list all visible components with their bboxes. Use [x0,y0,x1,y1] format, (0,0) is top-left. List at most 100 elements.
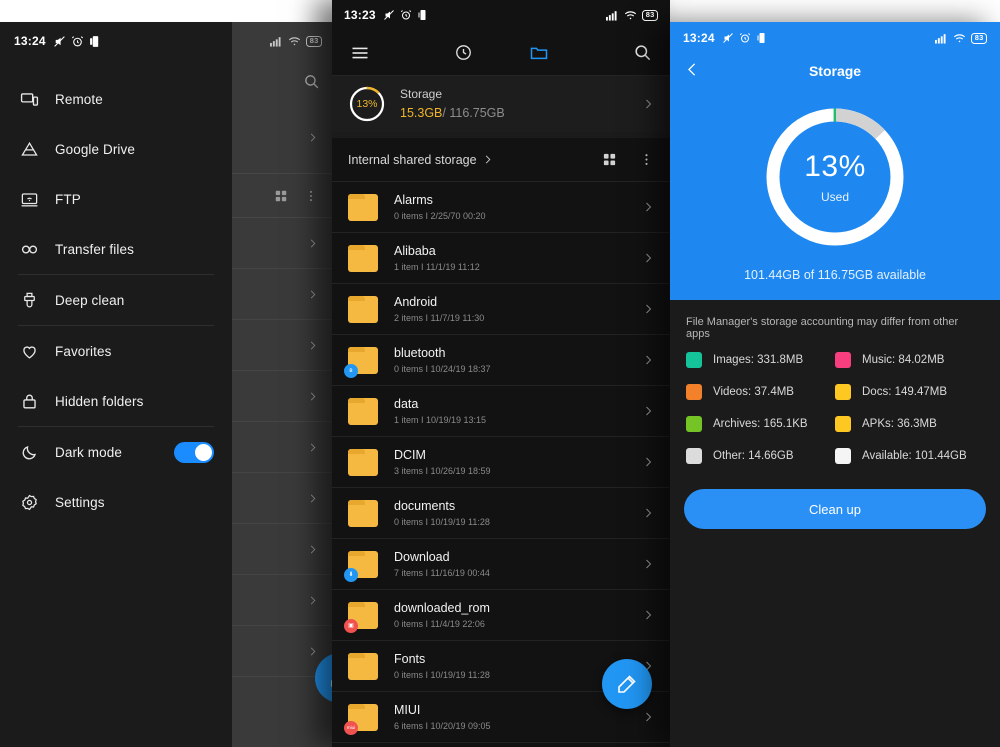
mute-icon [53,35,65,47]
legend-item: Videos: 37.4MB [686,384,835,400]
table-row[interactable]: DCIM 3 items I 10/26/19 18:59 [332,437,670,488]
transfer-link-icon [18,238,40,260]
sidebar-item-remote[interactable]: Remote [0,74,232,124]
more-vertical-icon[interactable] [639,152,654,167]
legend-swatch [835,416,851,432]
storage-summary-card[interactable]: 13% Storage 15.3GB/ 116.75GB [332,76,670,138]
vibrate-icon [89,35,98,47]
table-row[interactable]: Alarms 0 items I 2/25/70 00:20 [332,182,670,233]
dim-search-row[interactable] [232,60,332,102]
clean-up-button[interactable]: Clean up [684,489,986,529]
sidebar-item-label: Dark mode [55,444,122,460]
sidebar-item-hidden-folders[interactable]: Hidden folders [0,376,232,426]
table-row[interactable]: ▣ downloaded_rom 0 items I 11/4/19 22:06 [332,590,670,641]
dim-storage-card[interactable] [232,102,332,174]
legend-label: APKs: 36.3MB [862,418,937,430]
table-row[interactable]: data 1 item I 10/19/19 13:15 [332,386,670,437]
sidebar-item-label: Transfer files [55,241,134,257]
toggle-knob [195,443,212,461]
lock-icon [18,390,40,412]
sidebar-item-ftp[interactable]: FTP [0,174,232,224]
search-icon[interactable] [303,73,320,90]
sidebar-item-label: Hidden folders [55,393,144,409]
legend-label: Docs: 149.47MB [862,386,948,398]
chevron-right-icon [642,303,654,315]
nav-menu-button[interactable] [350,43,426,63]
recent-clock-icon [455,45,471,60]
sidebar-item-dark-mode[interactable]: Dark mode [0,427,232,477]
status-time: 13:23 [344,8,376,22]
table-row[interactable]: ʙ bluetooth 0 items I 10/24/19 18:37 [332,335,670,386]
dimmed-file-manager-panel[interactable]: 83 [232,22,332,747]
list-item[interactable] [232,320,332,371]
file-name: MIUI [394,703,421,717]
folder-icon [348,652,378,680]
file-manager-nav-bar [332,30,670,76]
list-item[interactable] [232,269,332,320]
folder-icon: miui [344,703,378,735]
chevron-right-icon [642,507,654,519]
menu-icon [352,47,368,58]
folder-icon: ▣ [344,601,378,633]
storage-note: File Manager's storage accounting may di… [686,316,959,340]
table-row[interactable]: Alibaba 1 item I 11/1/19 11:12 [332,233,670,284]
chevron-right-icon [642,609,654,621]
nav-recent-tab[interactable] [426,43,502,62]
breadcrumb[interactable]: Internal shared storage [332,138,670,182]
sidebar-item-transfer-files[interactable]: Transfer files [0,224,232,274]
drawer-item-list: Remote Google Drive FTP Transfer files D… [0,60,232,527]
grid-view-icon[interactable] [602,152,617,167]
chevron-right-icon [642,201,654,213]
chevron-right-icon [642,98,654,110]
legend-label: Music: 84.02MB [862,354,945,366]
list-item[interactable] [232,473,332,524]
legend-swatch [686,448,702,464]
nav-search-button[interactable] [577,43,653,62]
nav-files-tab[interactable] [501,43,577,63]
list-item[interactable] [232,524,332,575]
ftp-icon [18,188,40,210]
legend-swatch [686,416,702,432]
file-name: Fonts [394,652,426,666]
file-name: Alarms [394,193,433,207]
table-row[interactable]: ⬇ Download 7 items I 11/16/19 00:44 [332,539,670,590]
file-meta: 0 items I 10/24/19 18:37 [394,364,491,374]
legend-item: Archives: 165.1KB [686,416,835,432]
chevron-right-icon [310,341,316,349]
sidebar-item-favorites[interactable]: Favorites [0,326,232,376]
sidebar-item-label: Deep clean [55,292,125,308]
folder-icon [348,397,378,425]
list-item[interactable] [232,422,332,473]
list-item[interactable] [232,575,332,626]
mute-icon [383,10,394,20]
legend-label: Videos: 37.4MB [713,386,794,398]
legend-item: Music: 84.02MB [835,352,984,368]
storage-status-bar: 13:24 83 [670,22,1000,54]
folder-icon: ⬇ [344,550,378,582]
navigation-drawer-panel: 13:24 Remote Google Drive FTP Transfer f… [0,22,232,747]
dark-mode-toggle[interactable] [174,441,214,463]
legend-item: Images: 331.8MB [686,352,835,368]
sidebar-item-google-drive[interactable]: Google Drive [0,124,232,174]
more-vertical-icon[interactable] [304,189,318,203]
file-name: DCIM [394,448,426,462]
chevron-right-icon [310,596,316,604]
storage-total-value: / 116.75GB [442,105,505,120]
storage-donut-chart: 13% Used [670,102,1000,252]
list-item[interactable] [232,218,332,269]
deep-clean-fab[interactable] [602,659,652,709]
sidebar-item-deep-clean[interactable]: Deep clean [0,275,232,325]
storage-mini-percent: 13% [356,98,378,110]
file-name: Android [394,295,438,309]
alarm-icon [739,33,750,43]
heart-icon [18,340,40,362]
list-item[interactable] [232,371,332,422]
legend-item: APKs: 36.3MB [835,416,984,432]
dim-row-list [232,218,332,677]
grid-view-icon[interactable] [274,189,288,203]
table-row[interactable]: Android 2 items I 11/7/19 11:30 [332,284,670,335]
sidebar-item-settings[interactable]: Settings [0,477,232,527]
dim-status-bar: 83 [232,22,332,60]
dim-path-bar[interactable] [232,174,332,218]
table-row[interactable]: documents 0 items I 10/19/19 11:28 [332,488,670,539]
